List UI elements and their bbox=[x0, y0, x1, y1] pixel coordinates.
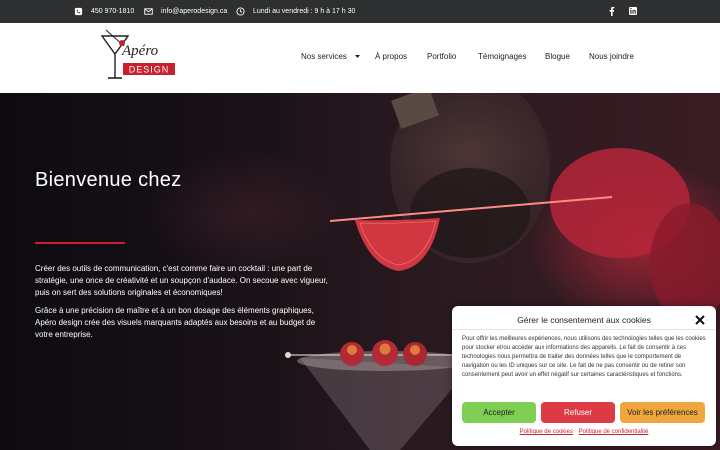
nav-item-nous-joindre[interactable]: Nous joindre bbox=[589, 52, 634, 61]
cookie-dialog-body: Pour offrir les meilleures expériences, … bbox=[462, 336, 706, 378]
nav-label: Nos services bbox=[301, 52, 347, 61]
logo-script-text: Apéro bbox=[121, 43, 159, 59]
email-contact[interactable]: info@aperodesign.ca bbox=[144, 0, 227, 23]
hero-title: Bienvenue chez bbox=[35, 169, 182, 191]
cookie-consent-dialog: Gérer le consentement aux cookies Pour o… bbox=[452, 306, 716, 446]
nav-item-temoignages[interactable]: Témoignages bbox=[478, 52, 526, 61]
divider bbox=[452, 329, 716, 330]
accept-button[interactable]: Accepter bbox=[462, 402, 536, 423]
logo-banner-text: DESIGN bbox=[129, 65, 170, 75]
linkedin-icon[interactable] bbox=[627, 5, 639, 17]
close-icon[interactable] bbox=[694, 314, 706, 326]
refuse-button[interactable]: Refuser bbox=[541, 402, 615, 423]
hero-paragraph-2: Grâce à une précision de maître et à un … bbox=[35, 306, 316, 339]
clock-icon bbox=[236, 7, 245, 16]
cookie-policy-link[interactable]: Politique de cookies bbox=[520, 429, 573, 435]
nav-item-services[interactable]: Nos services bbox=[301, 52, 361, 61]
view-preferences-button[interactable]: Voir les préférences bbox=[620, 402, 705, 423]
privacy-policy-link[interactable]: Politique de confidentialité bbox=[579, 429, 649, 435]
facebook-icon[interactable] bbox=[606, 5, 618, 17]
hours-text: Lundi au vendredi : 9 h à 17 h 30 bbox=[253, 8, 356, 15]
nav-item-blogue[interactable]: Blogue bbox=[545, 52, 570, 61]
opening-hours: Lundi au vendredi : 9 h à 17 h 30 bbox=[236, 0, 355, 23]
cookie-policy-links: Politique de cookies Politique de confid… bbox=[452, 429, 716, 435]
hero-accent-line bbox=[35, 242, 125, 244]
apero-design-logo[interactable]: Apéro DESIGN bbox=[98, 28, 180, 88]
nav-item-portfolio[interactable]: Portfolio bbox=[427, 52, 456, 61]
email-address[interactable]: info@aperodesign.ca bbox=[161, 8, 227, 15]
caret-down-icon bbox=[355, 55, 361, 59]
top-bar: 450 970-1810 info@aperodesign.ca Lundi a… bbox=[0, 0, 720, 23]
phone-number[interactable]: 450 970-1810 bbox=[91, 8, 134, 15]
phone-icon bbox=[74, 7, 83, 16]
nav-item-a-propos[interactable]: À propos bbox=[375, 52, 407, 61]
cookie-dialog-title: Gérer le consentement aux cookies bbox=[517, 315, 651, 325]
site-header: Apéro DESIGN Nos services À propos Portf… bbox=[0, 23, 720, 93]
email-icon bbox=[144, 8, 153, 15]
phone-contact[interactable]: 450 970-1810 bbox=[74, 0, 134, 23]
hero-paragraph-1: Créer des outils de communication, c'est… bbox=[35, 264, 328, 297]
